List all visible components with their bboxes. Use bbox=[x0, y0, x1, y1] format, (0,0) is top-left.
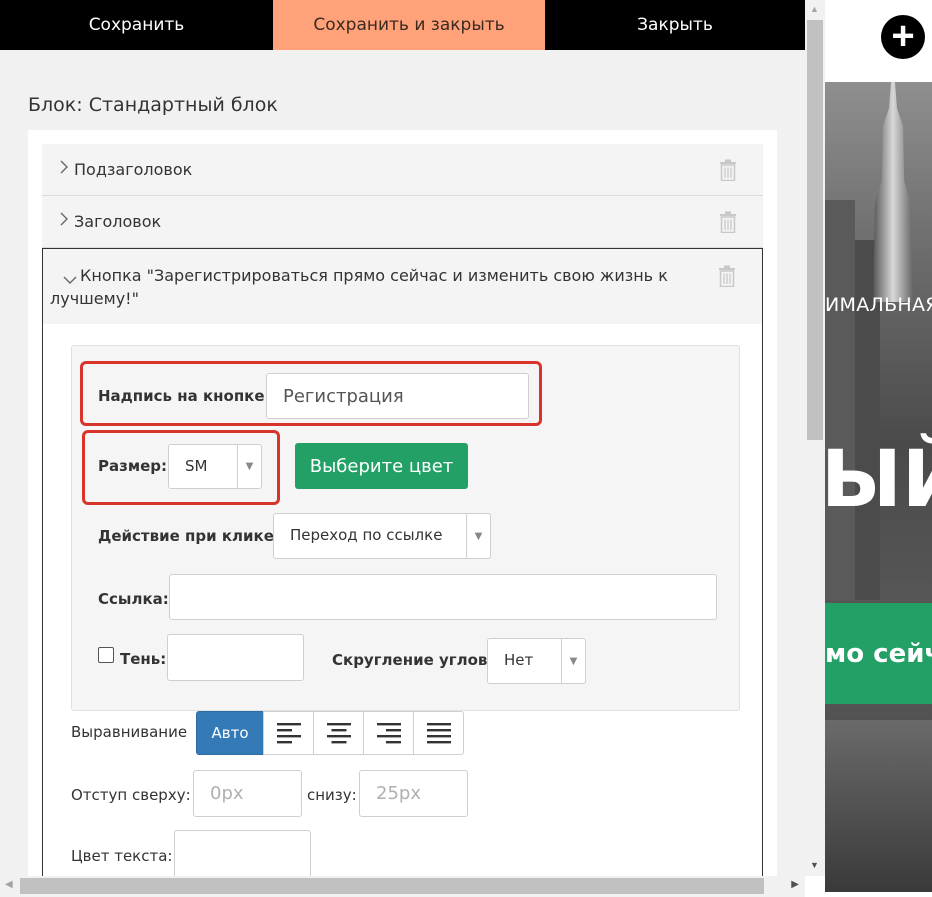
trash-icon[interactable] bbox=[718, 265, 736, 288]
app-root: Сохранить Сохранить и закрыть Закрыть Бл… bbox=[0, 0, 932, 897]
page-title: Блок: Стандартный блок bbox=[28, 94, 278, 116]
alignment-group: Авто bbox=[196, 711, 464, 755]
shadow-input[interactable] bbox=[167, 634, 304, 681]
align-left-icon bbox=[276, 723, 301, 744]
preview-subtitle-text: ИМАЛЬНАЯ bbox=[825, 294, 932, 316]
click-action-select[interactable]: Переход по ссылке ▼ bbox=[273, 513, 491, 559]
building-shape bbox=[825, 200, 855, 600]
align-right-button[interactable] bbox=[363, 711, 414, 755]
align-auto-button[interactable]: Авто bbox=[196, 711, 264, 755]
alignment-label: Выравнивание bbox=[71, 723, 188, 741]
preview-heading-text: ЫЙ bbox=[825, 435, 932, 525]
editor-panel: Сохранить Сохранить и закрыть Закрыть Бл… bbox=[0, 0, 805, 876]
trash-icon[interactable] bbox=[719, 159, 737, 182]
padding-bottom-input[interactable]: 25px bbox=[359, 770, 468, 817]
highlight-box bbox=[80, 361, 542, 426]
building-shape bbox=[825, 720, 932, 892]
link-input[interactable] bbox=[169, 574, 717, 620]
accordion-heading-label: Заголовок bbox=[74, 212, 162, 231]
click-action-select-value: Переход по ссылке bbox=[290, 526, 443, 544]
highlight-box bbox=[82, 430, 280, 505]
preview-cta-button-text: мо сейча bbox=[825, 639, 932, 669]
top-toolbar: Сохранить Сохранить и закрыть Закрыть bbox=[0, 0, 805, 50]
link-label: Ссылка: bbox=[98, 590, 169, 608]
accordion-subtitle-label: Подзаголовок bbox=[74, 160, 193, 179]
align-right-icon bbox=[376, 723, 401, 744]
padding-bottom-label: снизу: bbox=[307, 786, 357, 804]
preview-cta-button[interactable]: мо сейча bbox=[825, 603, 932, 704]
shadow-label: Тень: bbox=[120, 650, 167, 668]
align-center-icon bbox=[326, 723, 351, 744]
add-block-plus-icon[interactable]: + bbox=[881, 15, 925, 59]
align-left-button[interactable] bbox=[263, 711, 314, 755]
vertical-scroll-thumb[interactable] bbox=[807, 20, 823, 440]
align-center-button[interactable] bbox=[313, 711, 364, 755]
text-color-label: Цвет текста: bbox=[71, 847, 173, 865]
horizontal-scroll-thumb[interactable] bbox=[20, 878, 764, 894]
caret-down-icon: ▼ bbox=[561, 639, 585, 683]
page-preview: + ИМАЛЬНАЯ ЫЙ мо сейча bbox=[825, 0, 932, 897]
accordion-subtitle[interactable]: Подзаголовок bbox=[42, 144, 763, 196]
click-action-label: Действие при клике: bbox=[98, 527, 280, 545]
accordion-button-label: Кнопка "Зарегистрироваться прямо сейчас … bbox=[50, 266, 668, 308]
scroll-left-arrow-icon[interactable]: ◀ bbox=[5, 879, 13, 890]
padding-top-input[interactable]: 0px bbox=[193, 770, 302, 817]
save-and-close-button[interactable]: Сохранить и закрыть bbox=[273, 0, 545, 50]
accordion-button[interactable]: Кнопка "Зарегистрироваться прямо сейчас … bbox=[42, 248, 763, 325]
caret-down-icon: ▼ bbox=[466, 514, 490, 558]
corner-radius-select-value: Нет bbox=[504, 651, 534, 669]
save-button[interactable]: Сохранить bbox=[0, 0, 273, 50]
align-justify-button[interactable] bbox=[413, 711, 464, 755]
corner-radius-select[interactable]: Нет ▼ bbox=[487, 638, 586, 684]
chevron-right-icon bbox=[60, 212, 68, 229]
accordion-heading[interactable]: Заголовок bbox=[42, 196, 763, 248]
scroll-up-arrow-icon[interactable]: ▲ bbox=[810, 4, 819, 14]
chevron-right-icon bbox=[60, 160, 68, 177]
vertical-scrollbar[interactable]: ▲ ▼ bbox=[805, 0, 825, 876]
scroll-right-arrow-icon[interactable]: ▶ bbox=[791, 879, 799, 890]
corner-radius-label: Скругление углов: bbox=[332, 651, 494, 669]
scroll-down-arrow-icon[interactable]: ▼ bbox=[810, 860, 819, 870]
close-button[interactable]: Закрыть bbox=[545, 0, 805, 50]
horizontal-scrollbar[interactable]: ◀ ▶ bbox=[0, 876, 805, 897]
shadow-checkbox[interactable] bbox=[98, 647, 114, 663]
align-justify-icon bbox=[426, 723, 451, 744]
choose-color-button[interactable]: Выберите цвет bbox=[295, 443, 468, 489]
text-color-input[interactable] bbox=[174, 830, 311, 876]
trash-icon[interactable] bbox=[719, 211, 737, 234]
padding-top-label: Отступ сверху: bbox=[71, 786, 191, 804]
